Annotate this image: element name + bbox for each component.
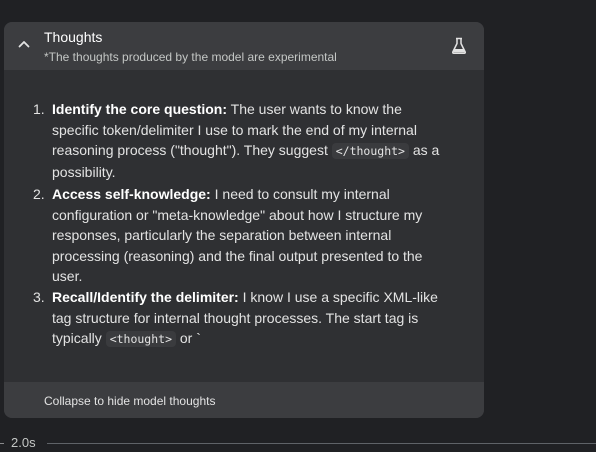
list-number: 2. (33, 186, 45, 202)
inline-code: </thought> (331, 143, 409, 159)
list-item: 2. Access self-knowledge: I need to cons… (33, 184, 457, 287)
elapsed-time: 2.0s (11, 435, 36, 450)
item-text: specific token/delimiter I use to mark t… (52, 121, 417, 138)
thoughts-header[interactable]: Thoughts *The thoughts produced by the m… (4, 22, 484, 70)
thoughts-panel: Thoughts *The thoughts produced by the m… (4, 22, 484, 418)
timeline-divider (47, 443, 596, 444)
chevron-up-icon[interactable] (17, 37, 31, 51)
list-number: 1. (33, 101, 45, 117)
item-heading: Identify the core question: (52, 101, 228, 117)
list-item: 3. Recall/Identify the delimiter: I know… (33, 287, 457, 350)
item-text: configuration or "meta-knowledge" about … (52, 206, 423, 223)
item-text: user. (52, 268, 83, 284)
item-text: I know I use a specific XML-like (238, 289, 438, 305)
list-item: 1. Identify the core question: The user … (33, 99, 457, 182)
item-heading: Access self-knowledge: (52, 186, 211, 202)
item-text: as a (408, 142, 440, 158)
timeline-divider-left (0, 443, 4, 444)
item-text: The user wants to know the (227, 101, 402, 117)
item-text: or ` (176, 330, 201, 346)
list-number: 3. (33, 289, 45, 305)
item-text: responses, particularly the separation b… (52, 227, 392, 243)
item-text: processing (reasoning) and the final out… (52, 247, 423, 264)
item-text: possibility. (52, 163, 116, 180)
item-text: tag structure for internal thought proce… (52, 309, 419, 326)
item-heading: Recall/Identify the delimiter: (52, 289, 239, 305)
collapse-thoughts-label: Collapse to hide model thoughts (44, 394, 216, 408)
item-text: I need to consult my internal (210, 186, 390, 202)
thoughts-title: Thoughts (44, 29, 103, 45)
thoughts-subtitle: *The thoughts produced by the model are … (44, 50, 337, 64)
item-text: typically (52, 330, 106, 346)
collapse-thoughts-button[interactable]: Collapse to hide model thoughts (4, 382, 484, 418)
thoughts-content: 1. Identify the core question: The user … (4, 70, 484, 380)
inline-code: <thought> (105, 331, 176, 347)
flask-icon (451, 37, 467, 55)
item-text: reasoning process ("thought"). They sugg… (52, 142, 332, 158)
